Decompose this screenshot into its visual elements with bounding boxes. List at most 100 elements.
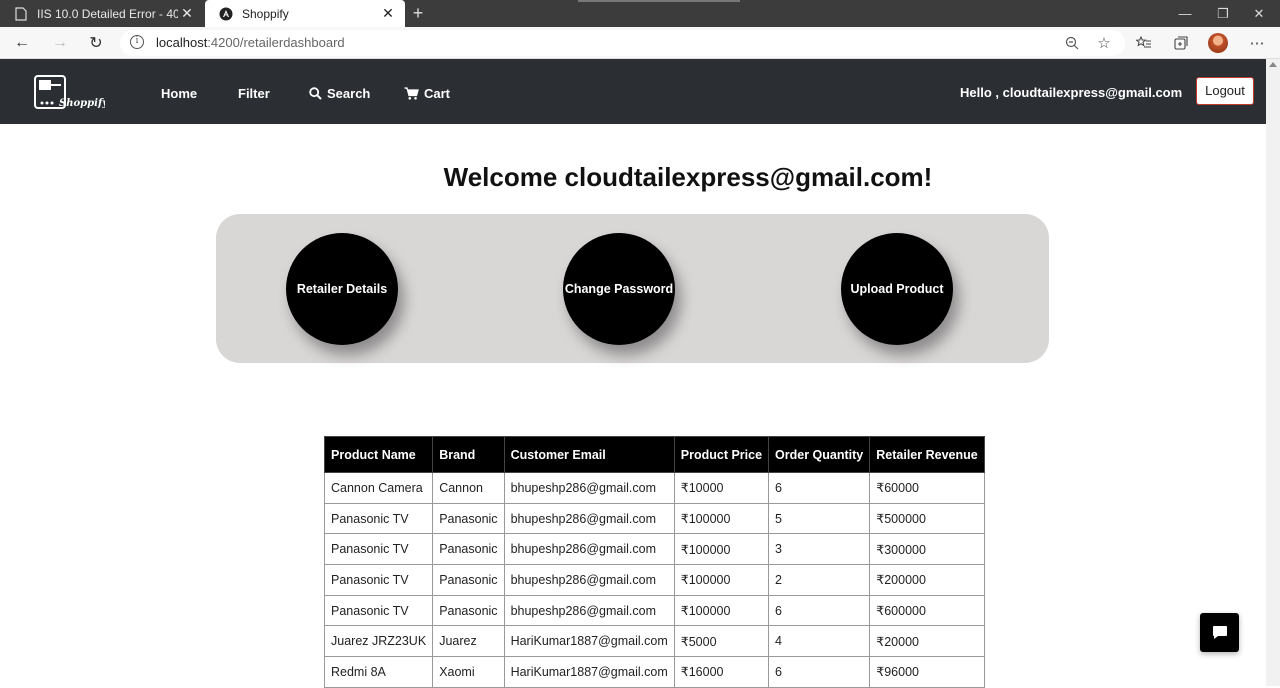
close-icon[interactable]: ✕ bbox=[178, 5, 196, 22]
table-header-row: Product Name Brand Customer Email Produc… bbox=[323, 436, 985, 473]
profile-avatar[interactable] bbox=[1208, 33, 1228, 53]
table-cell: Panasonic bbox=[432, 564, 505, 596]
table-cell: ₹100000 bbox=[673, 502, 770, 535]
back-icon[interactable]: ← bbox=[10, 31, 34, 55]
table-row: Cannon Camera Cannon bhupeshp286@gmail.com… bbox=[323, 472, 985, 504]
browser-tab-strip: IIS 10.0 Detailed Error - 403.14 - ✕ Sho… bbox=[0, 0, 1280, 27]
table-cell: bhupeshp286@gmail.com bbox=[503, 594, 675, 627]
table-cell: ₹20000 bbox=[869, 625, 985, 658]
url-text: localhost:4200/retailerdashboard bbox=[156, 35, 345, 50]
table-cell: ₹10000 bbox=[673, 472, 770, 504]
forward-icon[interactable]: → bbox=[48, 31, 72, 55]
nav-home[interactable]: Home bbox=[161, 86, 197, 101]
minimize-icon[interactable]: — bbox=[1166, 0, 1204, 27]
url-host: localhost bbox=[156, 35, 208, 50]
browser-tab-shoppify[interactable]: Shoppify ✕ bbox=[205, 0, 405, 27]
table-cell: ₹300000 bbox=[869, 533, 985, 566]
table-cell: ₹16000 bbox=[673, 656, 770, 688]
column-header: Product Name bbox=[323, 436, 434, 473]
table-cell: Panasonic TV bbox=[323, 594, 434, 627]
column-header: Retailer Revenue bbox=[869, 436, 985, 473]
table-cell: Juarez bbox=[432, 625, 505, 658]
table-row: Redmi 8A Xaomi HariKumar1887@gmail.com ₹160… bbox=[323, 656, 985, 688]
table-cell: ₹96000 bbox=[869, 656, 985, 688]
orders-table: Product Name Brand Customer Email Produc… bbox=[323, 436, 985, 688]
collections-icon[interactable] bbox=[1169, 31, 1193, 55]
angular-icon bbox=[219, 7, 233, 21]
table-cell: Panasonic TV bbox=[323, 533, 434, 566]
star-icon[interactable]: ☆ bbox=[1092, 31, 1116, 55]
url-path: :4200/retailerdashboard bbox=[207, 35, 345, 50]
nav-search-label: Search bbox=[327, 86, 371, 101]
app-header: Shoppify Home Filter Search Cart Hello ,… bbox=[0, 59, 1266, 124]
table-row: Panasonic TV Panasonic bhupeshp286@gmail.c… bbox=[323, 594, 985, 627]
table-cell: Panasonic bbox=[432, 502, 505, 535]
table-cell: ₹60000 bbox=[869, 472, 985, 504]
logout-button[interactable]: Logout bbox=[1196, 77, 1254, 105]
table-cell: ₹100000 bbox=[673, 564, 770, 596]
upload-product-button[interactable]: Upload Product bbox=[841, 233, 953, 345]
table-cell: ₹100000 bbox=[673, 533, 770, 566]
address-bar: ← → ↻ i localhost:4200/retailerdashboard… bbox=[0, 27, 1280, 59]
logo-text: Shoppify bbox=[59, 98, 105, 109]
column-header: Brand bbox=[432, 436, 505, 473]
table-cell: Panasonic bbox=[432, 594, 505, 627]
nav-search[interactable]: Search bbox=[309, 86, 370, 101]
zoom-icon[interactable] bbox=[1060, 31, 1084, 55]
scroll-up-icon[interactable] bbox=[1269, 62, 1277, 67]
search-icon bbox=[309, 87, 322, 100]
table-cell: bhupeshp286@gmail.com bbox=[503, 564, 675, 596]
table-cell: Panasonic bbox=[432, 533, 505, 566]
url-field[interactable]: i localhost:4200/retailerdashboard bbox=[120, 30, 1125, 56]
table-cell: bhupeshp286@gmail.com bbox=[503, 472, 675, 504]
more-icon[interactable]: ⋯ bbox=[1245, 31, 1269, 55]
info-icon[interactable]: i bbox=[130, 35, 144, 49]
column-header: Product Price bbox=[673, 436, 770, 473]
new-tab-icon[interactable]: + bbox=[408, 3, 428, 23]
table-cell: 6 bbox=[768, 594, 871, 627]
table-cell: Cannon Camera bbox=[323, 472, 434, 504]
table-cell: bhupeshp286@gmail.com bbox=[503, 502, 675, 535]
favorites-icon[interactable] bbox=[1132, 31, 1156, 55]
refresh-icon[interactable]: ↻ bbox=[84, 31, 108, 55]
table-cell: HariKumar1887@gmail.com bbox=[503, 625, 675, 658]
actions-panel: Retailer Details Change Password Upload … bbox=[216, 214, 1049, 363]
shoppify-logo[interactable]: Shoppify bbox=[33, 73, 109, 113]
tab-title: Shoppify bbox=[242, 6, 289, 21]
page-icon bbox=[14, 6, 28, 21]
table-cell: 3 bbox=[768, 533, 871, 566]
table-cell: ₹100000 bbox=[673, 594, 770, 627]
browser-tab-iis-error[interactable]: IIS 10.0 Detailed Error - 403.14 - ✕ bbox=[0, 0, 204, 27]
orders-table-body: Cannon Camera Cannon bhupeshp286@gmail.com… bbox=[323, 472, 985, 688]
chat-button[interactable] bbox=[1200, 613, 1239, 652]
table-row: Juarez JRZ23UK Juarez HariKumar1887@gmail.… bbox=[323, 625, 985, 658]
nav-filter-label: Filter bbox=[238, 86, 270, 101]
table-cell: ₹600000 bbox=[869, 594, 985, 627]
table-cell: Redmi 8A bbox=[323, 656, 434, 688]
table-cell: 2 bbox=[768, 564, 871, 596]
table-cell: Xaomi bbox=[432, 656, 505, 688]
drag-indicator bbox=[578, 0, 740, 2]
table-cell: Panasonic TV bbox=[323, 564, 434, 596]
table-row: Panasonic TV Panasonic bhupeshp286@gmail.c… bbox=[323, 564, 985, 596]
nav-cart-label: Cart bbox=[424, 86, 451, 101]
table-cell: ₹500000 bbox=[869, 502, 985, 535]
table-cell: Panasonic TV bbox=[323, 502, 434, 535]
table-cell: 6 bbox=[768, 656, 871, 688]
table-cell: bhupeshp286@gmail.com bbox=[503, 533, 675, 566]
nav-filter[interactable]: Filter bbox=[238, 86, 270, 101]
retailer-details-button[interactable]: Retailer Details bbox=[286, 233, 398, 345]
window-close-icon[interactable]: ✕ bbox=[1240, 0, 1278, 27]
column-header: Order Quantity bbox=[768, 436, 871, 473]
table-cell: 4 bbox=[768, 625, 871, 658]
page-title: Welcome cloudtailexpress@gmail.com! bbox=[443, 162, 933, 192]
change-password-button[interactable]: Change Password bbox=[563, 233, 675, 345]
close-icon[interactable]: ✕ bbox=[379, 5, 397, 22]
nav-cart[interactable]: Cart bbox=[404, 86, 450, 101]
restore-icon[interactable]: ❐ bbox=[1204, 0, 1242, 27]
table-cell: 5 bbox=[768, 502, 871, 535]
table-cell: 6 bbox=[768, 472, 871, 504]
page-scrollbar[interactable] bbox=[1266, 59, 1280, 686]
nav-home-label: Home bbox=[161, 86, 198, 101]
tab-title: IIS 10.0 Detailed Error - 403.14 - bbox=[37, 6, 178, 21]
